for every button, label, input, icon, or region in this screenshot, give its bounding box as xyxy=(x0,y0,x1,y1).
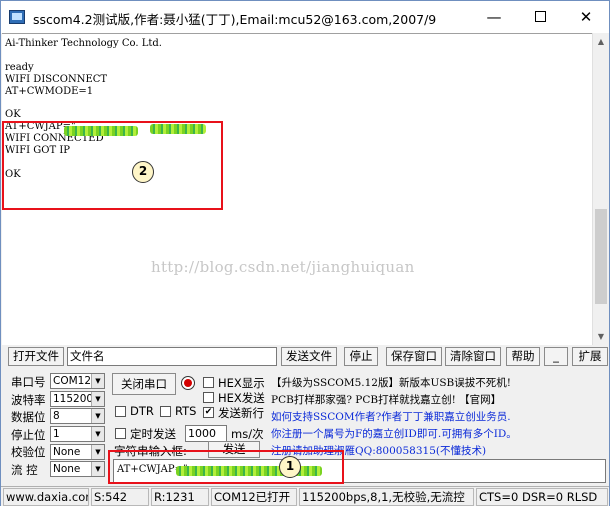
stop-button[interactable]: 停止 xyxy=(344,347,378,366)
parity-label: 校验位 xyxy=(11,445,46,459)
open-file-button[interactable]: 打开文件 xyxy=(8,347,64,366)
stopbits-label: 停止位 xyxy=(11,428,46,442)
dtr-checkbox[interactable] xyxy=(115,406,126,417)
hex-send-checkbox[interactable] xyxy=(203,392,214,403)
annotation-badge-2: 2 xyxy=(132,161,154,183)
terminal-line: AT+CWMODE=1 xyxy=(5,85,94,97)
chevron-down-icon: ▼ xyxy=(91,462,104,476)
port-status: COM12已打开 xyxy=(211,488,297,506)
sent-count: S:542 xyxy=(91,488,149,506)
send-newline-label: 发送新行 xyxy=(218,406,264,420)
status-bar: www.daxia.com S:542 R:1231 COM12已打开 1152… xyxy=(1,486,609,506)
rts-label: RTS xyxy=(175,404,197,418)
info-line[interactable]: 如何支持SSCOM作者?作者丁丁兼职嘉立创业务员. xyxy=(271,409,511,424)
databits-select[interactable]: 8 ▼ xyxy=(50,408,105,424)
port-label: 串口号 xyxy=(11,375,46,389)
clear-window-button[interactable]: 清除窗口 xyxy=(445,347,501,366)
minimize-button[interactable]: — xyxy=(471,1,517,33)
dash-button[interactable]: _ xyxy=(544,347,568,366)
highlight-box-command xyxy=(108,450,344,484)
terminal-line: Ai-Thinker Technology Co. Ltd. xyxy=(5,38,162,49)
close-button[interactable]: ✕ xyxy=(563,1,609,33)
app-icon xyxy=(9,10,25,24)
terminal-line: WIFI DISCONNECT xyxy=(5,73,108,85)
minimize-icon: — xyxy=(486,8,502,26)
line-status: CTS=0 DSR=0 RLSD xyxy=(476,488,608,506)
send-file-button[interactable]: 发送文件 xyxy=(281,347,337,366)
chevron-down-icon: ▼ xyxy=(91,409,104,423)
chevron-down-icon: ▼ xyxy=(91,427,104,441)
app-window: sscom4.2测试版,作者:聂小猛(丁丁),Email:mcu52@163.c… xyxy=(0,0,610,506)
port-select[interactable]: COM12 ▼ xyxy=(50,373,105,389)
stopbits-value: 1 xyxy=(53,428,60,440)
interval-unit: ms/次 xyxy=(231,427,264,441)
title-bar: sscom4.2测试版,作者:聂小猛(丁丁),Email:mcu52@163.c… xyxy=(1,1,609,33)
parity-select[interactable]: None ▼ xyxy=(50,444,105,460)
timed-send-label: 定时发送 xyxy=(130,427,176,441)
filename-field[interactable]: 文件名 xyxy=(67,347,277,366)
maximize-icon xyxy=(534,11,546,22)
receive-area[interactable]: Ai-Thinker Technology Co. Ltd. ready WIF… xyxy=(2,33,592,345)
scroll-up-icon[interactable]: ▲ xyxy=(593,33,609,50)
info-panel: 【升级为SSCOM5.12版】新版本USB误拔不死机! PCB打样那家强? PC… xyxy=(271,373,609,457)
baud-label: 波特率 xyxy=(11,393,46,407)
timed-send-checkbox[interactable] xyxy=(115,428,126,439)
file-toolbar: 打开文件 文件名 发送文件 停止 保存窗口 清除窗口 帮助 _ 扩展 xyxy=(1,347,609,367)
rts-checkbox[interactable] xyxy=(160,406,171,417)
info-line[interactable]: 你注册一个属号为F的嘉立创ID即可.可拥有多个ID。 xyxy=(271,426,517,441)
port-value: COM12 xyxy=(53,375,92,387)
chevron-down-icon: ▼ xyxy=(91,445,104,459)
databits-label: 数据位 xyxy=(11,410,46,424)
port-params: 115200bps,8,1,无校验,无流控 xyxy=(299,488,474,506)
info-line[interactable]: PCB打样那家强? PCB打样就找嘉立创! 【官网】 xyxy=(271,392,501,407)
terminal-line: OK xyxy=(5,109,21,121)
baud-value: 115200 xyxy=(53,393,94,405)
window-title: sscom4.2测试版,作者:聂小猛(丁丁),Email:mcu52@163.c… xyxy=(33,12,437,27)
close-port-button[interactable]: 关闭串口 xyxy=(112,373,176,395)
vertical-scrollbar[interactable]: ▲ ▼ xyxy=(592,33,609,345)
watermark: http://blog.csdn.net/jianghuiquan xyxy=(151,258,415,276)
chevron-down-icon: ▼ xyxy=(91,392,104,406)
terminal-line: ready xyxy=(5,61,34,73)
flow-select[interactable]: None ▼ xyxy=(50,461,105,477)
hex-display-checkbox[interactable] xyxy=(203,377,214,388)
parity-value: None xyxy=(53,446,81,458)
scroll-down-icon[interactable]: ▼ xyxy=(593,328,609,345)
chevron-down-icon: ▼ xyxy=(91,374,104,388)
save-window-button[interactable]: 保存窗口 xyxy=(386,347,442,366)
interval-input[interactable]: 1000 xyxy=(185,425,227,442)
flow-label: 流 控 xyxy=(11,463,38,477)
dtr-label: DTR xyxy=(130,404,154,418)
baud-select[interactable]: 115200 ▼ xyxy=(50,391,105,407)
port-status-led-icon xyxy=(181,376,195,390)
annotation-badge-1: 1 xyxy=(279,456,301,478)
hex-send-label: HEX发送 xyxy=(218,391,265,405)
info-line: 【升级为SSCOM5.12版】新版本USB误拔不死机! xyxy=(271,377,511,389)
hex-display-label: HEX显示 xyxy=(218,376,265,390)
expand-button[interactable]: 扩展 xyxy=(572,347,608,366)
maximize-button[interactable] xyxy=(517,1,563,33)
stopbits-select[interactable]: 1 ▼ xyxy=(50,426,105,442)
close-icon: ✕ xyxy=(579,8,593,26)
highlight-box-response xyxy=(2,121,223,210)
received-count: R:1231 xyxy=(151,488,209,506)
databits-value: 8 xyxy=(53,410,60,422)
send-newline-checkbox[interactable]: ✔ xyxy=(203,407,214,418)
scrollbar-thumb[interactable] xyxy=(595,209,607,304)
help-button[interactable]: 帮助 xyxy=(506,347,540,366)
website-link[interactable]: www.daxia.com xyxy=(3,488,89,506)
flow-value: None xyxy=(53,463,81,475)
